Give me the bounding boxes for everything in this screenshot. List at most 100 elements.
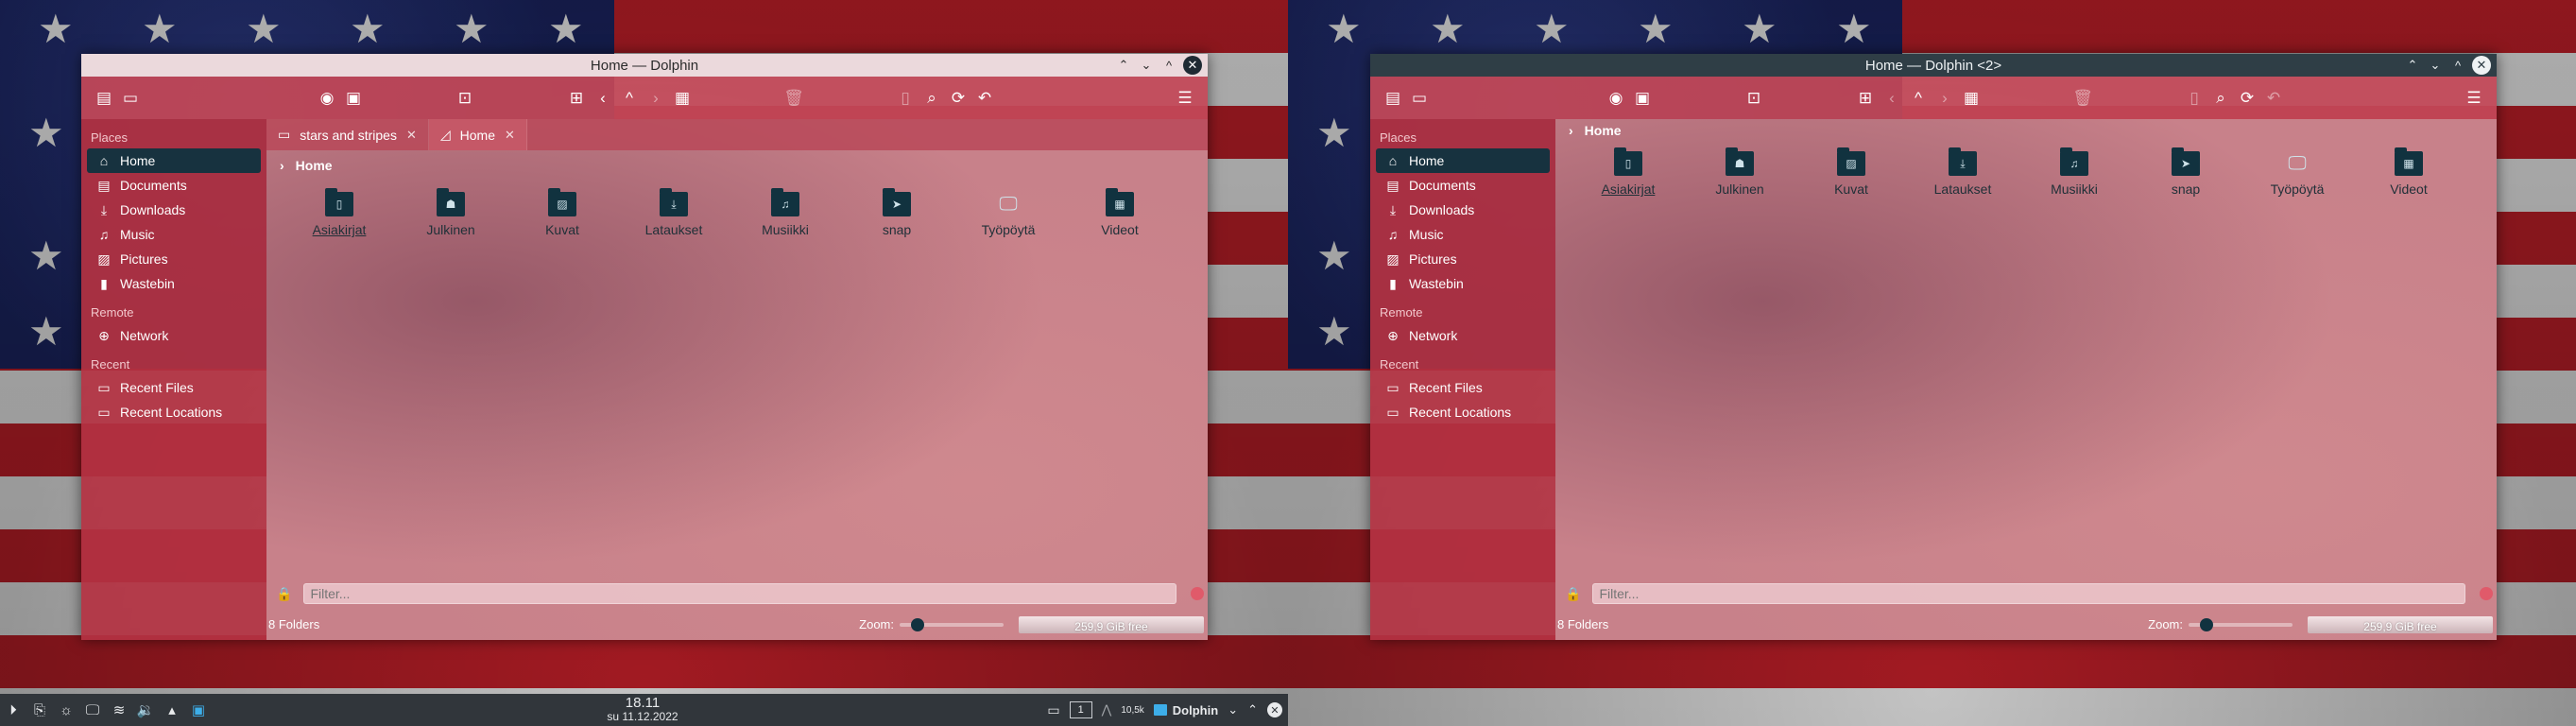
sidebar-item-music[interactable]: ♫ Music [87,222,261,247]
delete-icon[interactable]: ▯ [2181,85,2207,112]
back-icon[interactable]: ‹ [1879,85,1905,112]
expand-tray-icon[interactable]: ▴ [159,701,185,718]
folder-item[interactable]: ♫ Musiikki [730,188,841,237]
sidebar-item-documents[interactable]: ▤ Documents [1376,173,1550,198]
folder-item[interactable]: ☗ Julkinen [1684,147,1795,197]
view-mode-icon[interactable]: ▦ [1958,85,1984,112]
digital-clock[interactable]: 18.11 su 11.12.2022 [595,696,690,724]
close-filter-icon[interactable] [2480,587,2493,600]
zoom-slider-handle[interactable] [910,617,924,631]
panel-toggle-icon[interactable]: ▤ [91,85,117,112]
folder-item[interactable]: ▨ Kuvat [1795,147,1907,197]
filter-input[interactable] [1592,583,2466,604]
folder-item[interactable]: 🖵 Työpöytä [2241,151,2353,198]
image-preview-icon[interactable]: ▣ [340,85,367,112]
sidebar-item-documents[interactable]: ▤ Documents [87,173,261,198]
folder-item[interactable]: ⤓ Lataukset [618,188,730,237]
folder-item[interactable]: ☗ Julkinen [395,188,507,237]
zoom-slider[interactable] [900,617,1004,631]
file-view[interactable]: ▭ stars and stripes ✕ ◿ Home ✕ › Home ▯ A… [266,119,1208,640]
sidebar-item-wastebin[interactable]: ▮ Wastebin [1376,271,1550,296]
zoom-slider[interactable] [2189,617,2293,631]
close-icon[interactable]: ✕ [1183,56,1202,75]
sidebar-item-network[interactable]: ⊕ Network [1376,323,1550,348]
terminal-icon[interactable]: ⊡ [452,85,478,112]
folder-item[interactable]: ▯ Asiakirjat [283,188,395,237]
keep-above-icon[interactable]: ⌃ [1115,57,1132,74]
up-icon[interactable]: ^ [616,85,643,112]
lightbulb-icon[interactable]: ☼ [53,702,79,718]
folder-item[interactable]: ▨ Kuvat [507,188,618,237]
sidebar-item-network[interactable]: ⊕ Network [87,323,261,348]
app-launcher-icon[interactable]: ⏵ [0,702,26,718]
minimize-icon[interactable]: ⌄ [2427,57,2444,74]
reload-icon[interactable]: ⟳ [945,85,971,112]
display-icon[interactable]: 🖵 [79,702,106,718]
forward-icon[interactable]: › [643,85,669,112]
folder-item[interactable]: ♫ Musiikki [2018,147,2130,197]
breadcrumb-home[interactable]: Home [296,158,333,173]
close-window-icon[interactable]: ✕ [1267,702,1282,717]
delete-icon[interactable]: ▯ [892,85,919,112]
folder-item[interactable]: ⤓ Lataukset [1907,147,2018,197]
sidebar-item-music[interactable]: ♫ Music [1376,222,1550,247]
tab-home[interactable]: ◿ Home ✕ [428,119,527,150]
chevron-up-icon[interactable]: ⌃ [1247,702,1258,717]
discover-updates-icon[interactable]: ▣ [185,701,212,718]
virtual-desktop-pager[interactable]: 1 [1069,701,1092,718]
reload-icon[interactable]: ⟳ [2234,85,2260,112]
split-view-icon[interactable]: ▭ [1406,85,1433,112]
sidebar-item-recent-files[interactable]: ▭ Recent Files [1376,375,1550,400]
chevron-down-icon[interactable]: ⌄ [1228,702,1238,717]
undo-icon[interactable]: ↶ [2260,85,2287,112]
titlebar[interactable]: Home — Dolphin <2> ⌃ ⌄ ^ ✕ [1370,54,2497,77]
free-space-bar[interactable]: 259,9 GiB free [1019,615,1204,633]
minimize-icon[interactable]: ⌄ [1138,57,1155,74]
titlebar[interactable]: Home — Dolphin ⌃ ⌄ ^ ✕ [81,54,1208,77]
clipboard-icon[interactable]: ⎘ [26,702,53,718]
filter-input[interactable] [303,583,1177,604]
sidebar-item-pictures[interactable]: ▨ Pictures [1376,247,1550,271]
search-icon[interactable]: ⌕ [919,85,945,112]
file-view[interactable]: › Home ▯ Asiakirjat ☗ Julkinen ▨ Kuvat ⤓ Lat… [1555,119,2497,640]
hamburger-menu-icon[interactable]: ☰ [1172,85,1198,112]
lock-icon[interactable]: 🔒 [1565,586,1581,602]
chevron-right-icon[interactable]: › [280,158,284,173]
sidebar-item-home[interactable]: ⌂ Home [87,148,261,173]
trash-icon[interactable]: 🗑 [2069,85,2096,112]
sidebar-item-downloads[interactable]: ⤓ Downloads [1376,198,1550,222]
folder-item[interactable]: ▦ Videot [2353,147,2464,197]
undo-icon[interactable]: ↶ [971,85,998,112]
sidebar-item-recent-locations[interactable]: ▭ Recent Locations [87,400,261,424]
maximize-icon[interactable]: ^ [2449,57,2466,74]
breadcrumb-home[interactable]: Home [1585,123,1622,138]
chevron-right-icon[interactable]: › [1569,123,1573,138]
sidebar-item-recent-locations[interactable]: ▭ Recent Locations [1376,400,1550,424]
task-dolphin[interactable]: Dolphin [1153,703,1218,717]
trash-icon[interactable]: 🗑 [781,85,807,112]
sidebar-item-home[interactable]: ⌂ Home [1376,148,1550,173]
show-desktop-icon[interactable]: ▭ [1047,702,1059,718]
new-folder-icon[interactable]: ⊞ [563,85,590,112]
sidebar-item-recent-files[interactable]: ▭ Recent Files [87,375,261,400]
folder-item[interactable]: 🖵 Työpöytä [953,192,1064,238]
back-icon[interactable]: ‹ [590,85,616,112]
wifi-icon[interactable]: ≋ [106,701,132,718]
close-tab-icon[interactable]: ✕ [406,128,417,143]
zoom-slider-handle[interactable] [2199,617,2213,631]
sidebar-item-wastebin[interactable]: ▮ Wastebin [87,271,261,296]
folder-item[interactable]: ➤ snap [2130,147,2241,197]
close-tab-icon[interactable]: ✕ [505,128,515,143]
sidebar-item-downloads[interactable]: ⤓ Downloads [87,198,261,222]
search-icon[interactable]: ⌕ [2207,85,2234,112]
sidebar-item-pictures[interactable]: ▨ Pictures [87,247,261,271]
image-preview-icon[interactable]: ▣ [1629,85,1656,112]
close-filter-icon[interactable] [1191,587,1204,600]
keep-above-icon[interactable]: ⌃ [2404,57,2421,74]
forward-icon[interactable]: › [1932,85,1958,112]
maximize-icon[interactable]: ^ [1160,57,1177,74]
free-space-bar[interactable]: 259,9 GiB free [2308,615,2493,633]
folder-item[interactable]: ▯ Asiakirjat [1572,147,1684,197]
close-icon[interactable]: ✕ [2472,56,2491,75]
tab-stars-and-stripes[interactable]: ▭ stars and stripes ✕ [266,119,429,150]
